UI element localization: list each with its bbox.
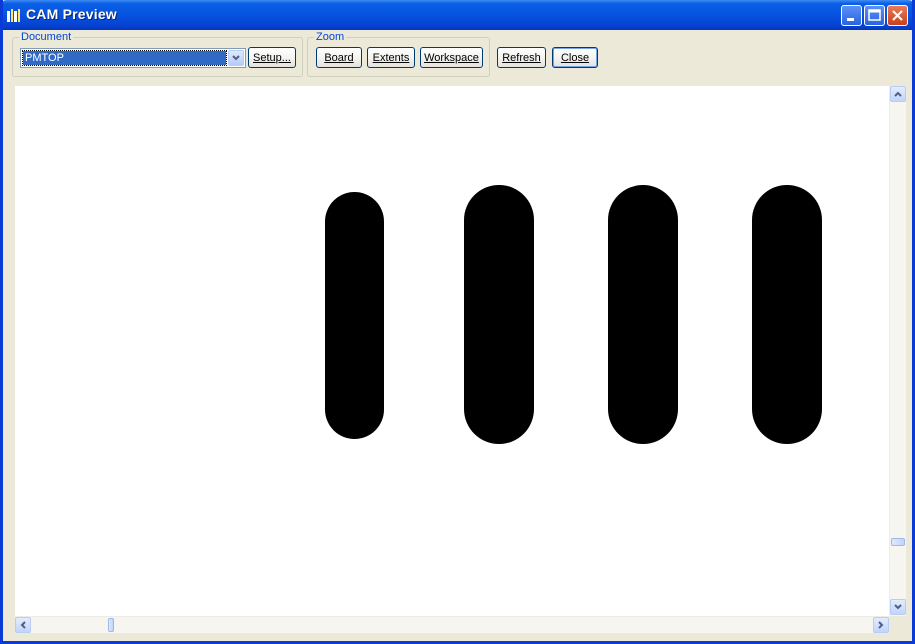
arrow-left-icon [20, 621, 26, 629]
preview-canvas[interactable] [15, 86, 889, 616]
zoom-extents-button[interactable]: Extents [367, 47, 415, 68]
vertical-scroll-thumb[interactable] [891, 538, 905, 546]
zoom-group-label: Zoom [314, 31, 347, 43]
maximize-button[interactable] [864, 5, 885, 26]
cam-app-icon [6, 8, 22, 23]
pad-2 [464, 185, 534, 444]
document-select[interactable]: PMTOP [20, 48, 246, 68]
refresh-button[interactable]: Refresh [497, 47, 546, 68]
cam-preview-window: CAM Preview Document PMTOP Setup... Zoom… [0, 0, 915, 644]
document-group-label: Document [19, 31, 74, 43]
pad-4 [752, 185, 822, 444]
maximize-icon [868, 9, 881, 21]
pad-3 [608, 185, 678, 444]
scroll-left-button[interactable] [15, 617, 31, 633]
document-select-value: PMTOP [22, 50, 227, 66]
arrow-down-icon [894, 604, 902, 610]
scroll-up-button[interactable] [890, 86, 906, 102]
setup-button[interactable]: Setup... [248, 47, 296, 68]
arrow-up-icon [894, 91, 902, 97]
horizontal-scroll-thumb[interactable] [108, 618, 114, 632]
scroll-down-button[interactable] [890, 599, 906, 615]
scroll-right-button[interactable] [873, 617, 889, 633]
window-title: CAM Preview [26, 6, 117, 22]
scrollbar-corner [889, 616, 906, 633]
zoom-board-button[interactable]: Board [316, 47, 362, 68]
close-window-button[interactable] [887, 5, 908, 26]
close-icon [892, 10, 903, 21]
pad-1 [325, 192, 384, 439]
title-bar[interactable]: CAM Preview [3, 0, 912, 30]
minimize-button[interactable] [841, 5, 862, 26]
horizontal-scrollbar[interactable] [15, 616, 889, 633]
vertical-scrollbar[interactable] [889, 86, 906, 616]
minimize-icon [847, 18, 854, 21]
chevron-down-icon[interactable] [228, 50, 244, 66]
close-button[interactable]: Close [552, 47, 598, 68]
zoom-workspace-button[interactable]: Workspace [420, 47, 483, 68]
arrow-right-icon [878, 621, 884, 629]
